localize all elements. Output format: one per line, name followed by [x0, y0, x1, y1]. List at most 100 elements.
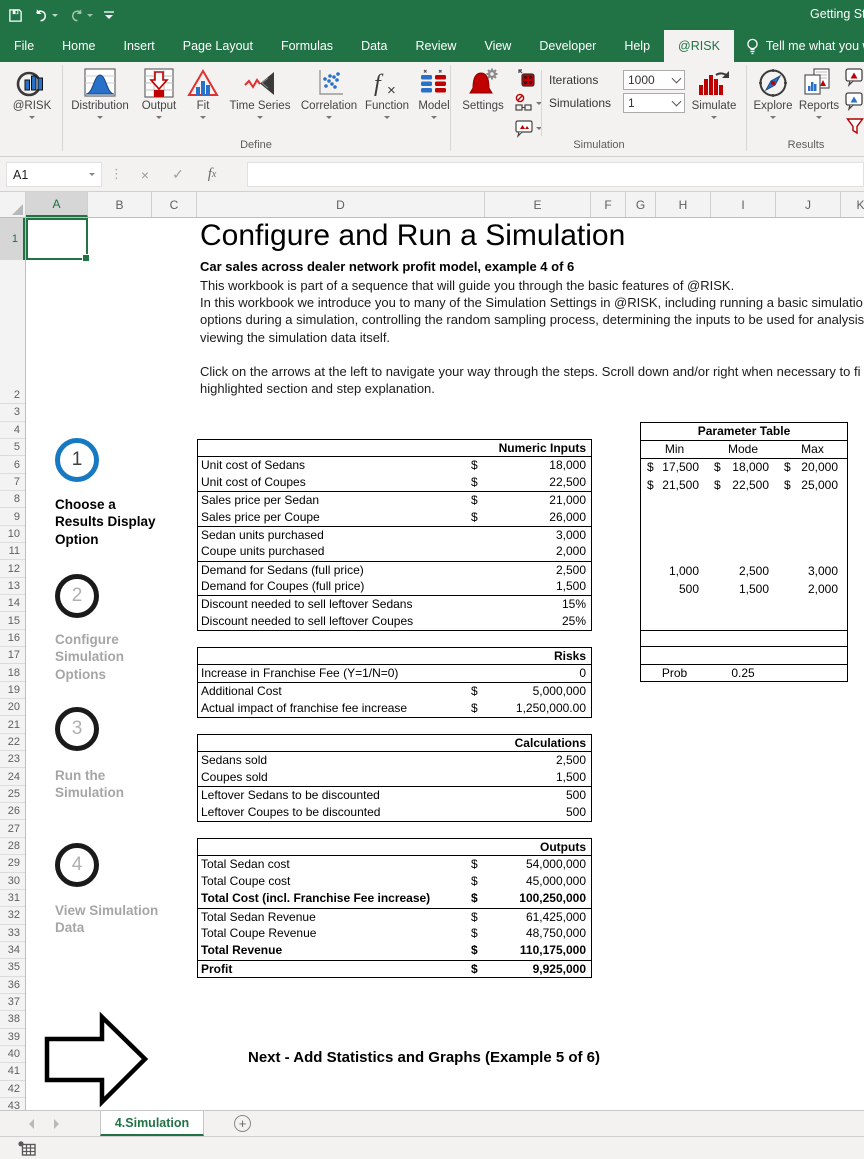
- calculations-table[interactable]: CalculationsSedans sold2,500Coupes sold1…: [197, 734, 592, 822]
- select-all-corner[interactable]: [0, 192, 26, 217]
- reports-button[interactable]: Reports: [796, 66, 842, 138]
- row-header-19[interactable]: 19: [0, 682, 25, 699]
- demo-mode-icon[interactable]: [514, 118, 542, 138]
- table-row[interactable]: Unit cost of Coupes$22,500: [198, 474, 591, 491]
- table-row[interactable]: Sedan units purchased3,000: [198, 526, 591, 543]
- parameter-row[interactable]: [641, 546, 847, 563]
- row-header-1[interactable]: 1: [0, 218, 25, 260]
- sheet-nav-left-icon[interactable]: [24, 1119, 34, 1129]
- next-arrow-shape[interactable]: [43, 1012, 149, 1108]
- tell-me-box[interactable]: Tell me what you want: [734, 30, 864, 62]
- table-row[interactable]: Discount needed to sell leftover Sedans1…: [198, 595, 591, 612]
- row-header-27[interactable]: 27: [0, 821, 25, 838]
- table-row[interactable]: Total Coupe cost$45,000,000: [198, 873, 591, 890]
- column-header-d[interactable]: D: [197, 192, 485, 217]
- ribbon-tab-help[interactable]: Help: [610, 30, 664, 62]
- ribbon-tab-home[interactable]: Home: [48, 30, 109, 62]
- browse-results-icon[interactable]: [845, 68, 864, 87]
- ribbon-tab-data[interactable]: Data: [347, 30, 401, 62]
- ribbon-tab-view[interactable]: View: [470, 30, 525, 62]
- parameter-table[interactable]: Parameter Table Min Mode Max $17,500$18,…: [640, 422, 848, 634]
- table-row[interactable]: Demand for Sedans (full price)2,500: [198, 561, 591, 578]
- row-header-12[interactable]: 12: [0, 560, 25, 577]
- ribbon-tab-page-layout[interactable]: Page Layout: [169, 30, 267, 62]
- table-row[interactable]: Discount needed to sell leftover Coupes2…: [198, 613, 591, 630]
- risks-table[interactable]: RisksIncrease in Franchise Fee (Y=1/N=0)…: [197, 647, 592, 718]
- parameter-table-prob-row[interactable]: Prob 0.25: [640, 664, 848, 682]
- row-header-24[interactable]: 24: [0, 768, 25, 785]
- table-row[interactable]: Total Coupe Revenue$48,750,000: [198, 925, 591, 942]
- table-row[interactable]: Demand for Coupes (full price)1,500: [198, 578, 591, 595]
- explore-button[interactable]: Explore: [750, 66, 796, 138]
- row-header-26[interactable]: 26: [0, 803, 25, 820]
- column-header-e[interactable]: E: [485, 192, 591, 217]
- row-header-25[interactable]: 25: [0, 786, 25, 803]
- column-header-f[interactable]: F: [591, 192, 626, 217]
- row-header-23[interactable]: 23: [0, 751, 25, 768]
- row-header-15[interactable]: 15: [0, 612, 25, 629]
- show-graph-window-icon[interactable]: [514, 93, 542, 113]
- atrisk-button[interactable]: @RISK: [6, 66, 58, 138]
- table-row[interactable]: Actual impact of franchise fee increase$…: [198, 700, 591, 717]
- column-header-b[interactable]: B: [88, 192, 152, 217]
- parameter-row[interactable]: [641, 598, 847, 615]
- column-header-i[interactable]: I: [711, 192, 776, 217]
- column-header-h[interactable]: H: [656, 192, 711, 217]
- row-header-14[interactable]: 14: [0, 595, 25, 612]
- row-header-20[interactable]: 20: [0, 699, 25, 716]
- table-row[interactable]: Coupe units purchased2,000: [198, 543, 591, 560]
- table-row[interactable]: Coupes sold1,500: [198, 769, 591, 786]
- row-header-11[interactable]: 11: [0, 543, 25, 560]
- parameter-row[interactable]: [641, 494, 847, 511]
- column-header-a[interactable]: A: [26, 192, 88, 217]
- table-row[interactable]: Leftover Coupes to be discounted500: [198, 804, 591, 821]
- table-row[interactable]: Total Sedan cost$54,000,000: [198, 856, 591, 873]
- redo-icon[interactable]: [68, 8, 93, 22]
- row-header-7[interactable]: 7: [0, 474, 25, 491]
- row-header-3[interactable]: 3: [0, 404, 25, 421]
- ribbon-tab-insert[interactable]: Insert: [110, 30, 169, 62]
- enter-icon[interactable]: ✓: [166, 163, 190, 186]
- macro-record-icon[interactable]: [18, 1141, 36, 1156]
- table-row[interactable]: Increase in Franchise Fee (Y=1/N=0)0: [198, 665, 591, 682]
- parameter-row[interactable]: 1,0002,5003,000: [641, 563, 847, 580]
- row-header-32[interactable]: 32: [0, 907, 25, 924]
- row-header-39[interactable]: 39: [0, 1029, 25, 1046]
- row-header-6[interactable]: 6: [0, 456, 25, 473]
- formula-input[interactable]: [247, 162, 864, 187]
- ribbon-tab-file[interactable]: File: [0, 30, 48, 62]
- time-series-button[interactable]: Time Series: [224, 66, 296, 138]
- row-header-17[interactable]: 17: [0, 647, 25, 664]
- table-row[interactable]: Total Cost (incl. Franchise Fee increase…: [198, 890, 591, 907]
- new-sheet-icon[interactable]: +: [234, 1115, 251, 1132]
- step-circle-3[interactable]: 3: [55, 707, 99, 751]
- sheet-tab-active[interactable]: 4.Simulation: [100, 1111, 204, 1136]
- row-header-33[interactable]: 33: [0, 925, 25, 942]
- parameter-table-empty-row[interactable]: [640, 646, 848, 664]
- row-header-28[interactable]: 28: [0, 838, 25, 855]
- function-button[interactable]: f× Function: [362, 66, 412, 138]
- undo-caret-icon[interactable]: [52, 14, 58, 20]
- parameter-table-empty-row[interactable]: [640, 630, 848, 647]
- table-row[interactable]: Total Sedan Revenue$61,425,000: [198, 908, 591, 925]
- ribbon-tab--risk[interactable]: @RISK: [664, 30, 734, 62]
- row-header-35[interactable]: 35: [0, 959, 25, 976]
- row-header-21[interactable]: 21: [0, 716, 25, 733]
- row-header-10[interactable]: 10: [0, 526, 25, 543]
- ribbon-tab-developer[interactable]: Developer: [525, 30, 610, 62]
- row-header-34[interactable]: 34: [0, 942, 25, 959]
- simulate-button[interactable]: Simulate: [686, 66, 742, 138]
- column-header-j[interactable]: J: [776, 192, 841, 217]
- random-static-recalc-icon[interactable]: [516, 68, 536, 88]
- parameter-row[interactable]: $21,500$22,500$25,000: [641, 477, 847, 494]
- cancel-icon[interactable]: ×: [133, 163, 157, 186]
- table-row[interactable]: Leftover Sedans to be discounted500: [198, 786, 591, 803]
- table-row[interactable]: Sedans sold2,500: [198, 752, 591, 769]
- row-header-16[interactable]: 16: [0, 630, 25, 647]
- numeric-inputs-table[interactable]: Numeric InputsUnit cost of Sedans$18,000…: [197, 439, 592, 631]
- sheet-nav-right-icon[interactable]: [54, 1119, 64, 1129]
- row-header-2[interactable]: 2: [0, 387, 25, 404]
- row-header-41[interactable]: 41: [0, 1063, 25, 1080]
- outputs-table[interactable]: OutputsTotal Sedan cost$54,000,000Total …: [197, 838, 592, 978]
- filter-icon[interactable]: [846, 117, 864, 136]
